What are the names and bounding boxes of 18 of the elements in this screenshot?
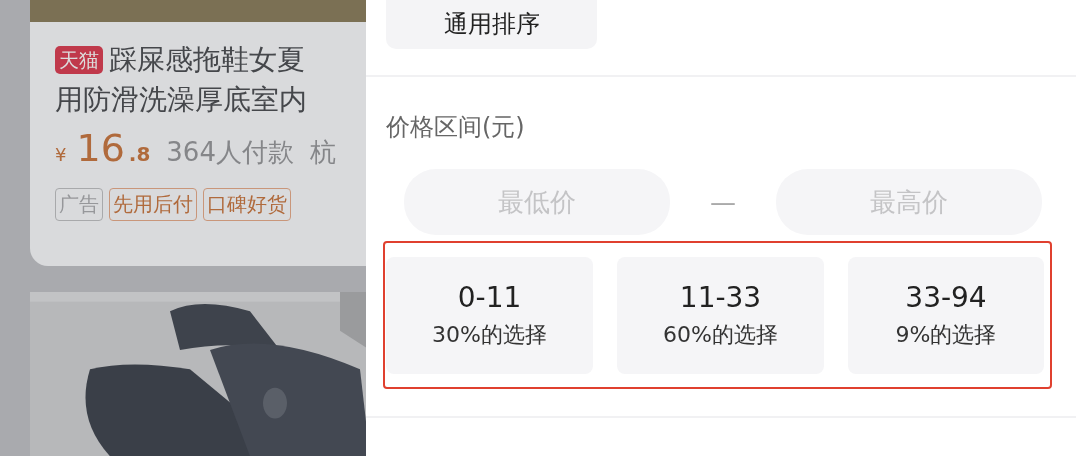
product-card[interactable]: 天猫 踩屎感拖鞋女夏 用防滑洗澡厚底室内 ¥ 16.8 364人付款 杭 广告 先用后付 口碑好货 xyxy=(30,0,366,266)
sales-count: 364人付款 xyxy=(166,136,294,169)
currency-sign: ¥ xyxy=(55,144,67,165)
product-title: 踩屎感拖鞋女夏 xyxy=(109,42,305,78)
product-tag: 先用后付 xyxy=(109,188,197,221)
price-decimal: .8 xyxy=(128,142,151,166)
product-tag: 广告 xyxy=(55,188,103,221)
price-range-option[interactable]: 11-33 60%的选择 xyxy=(617,256,824,374)
range-separator: — xyxy=(709,187,737,217)
location: 杭 xyxy=(309,136,336,169)
product-title: 用防滑洗澡厚底室内 xyxy=(55,82,307,118)
store-badge: 天猫 xyxy=(55,46,103,74)
price-range-option[interactable]: 33-94 9%的选择 xyxy=(848,256,1044,374)
price-range-option[interactable]: 0-11 30%的选择 xyxy=(386,256,593,374)
section-title: 价格区间(元) xyxy=(386,112,526,143)
price: 16 xyxy=(76,126,125,170)
sort-option[interactable]: 通用排序 xyxy=(386,0,597,49)
product-tag: 口碑好货 xyxy=(203,188,291,221)
